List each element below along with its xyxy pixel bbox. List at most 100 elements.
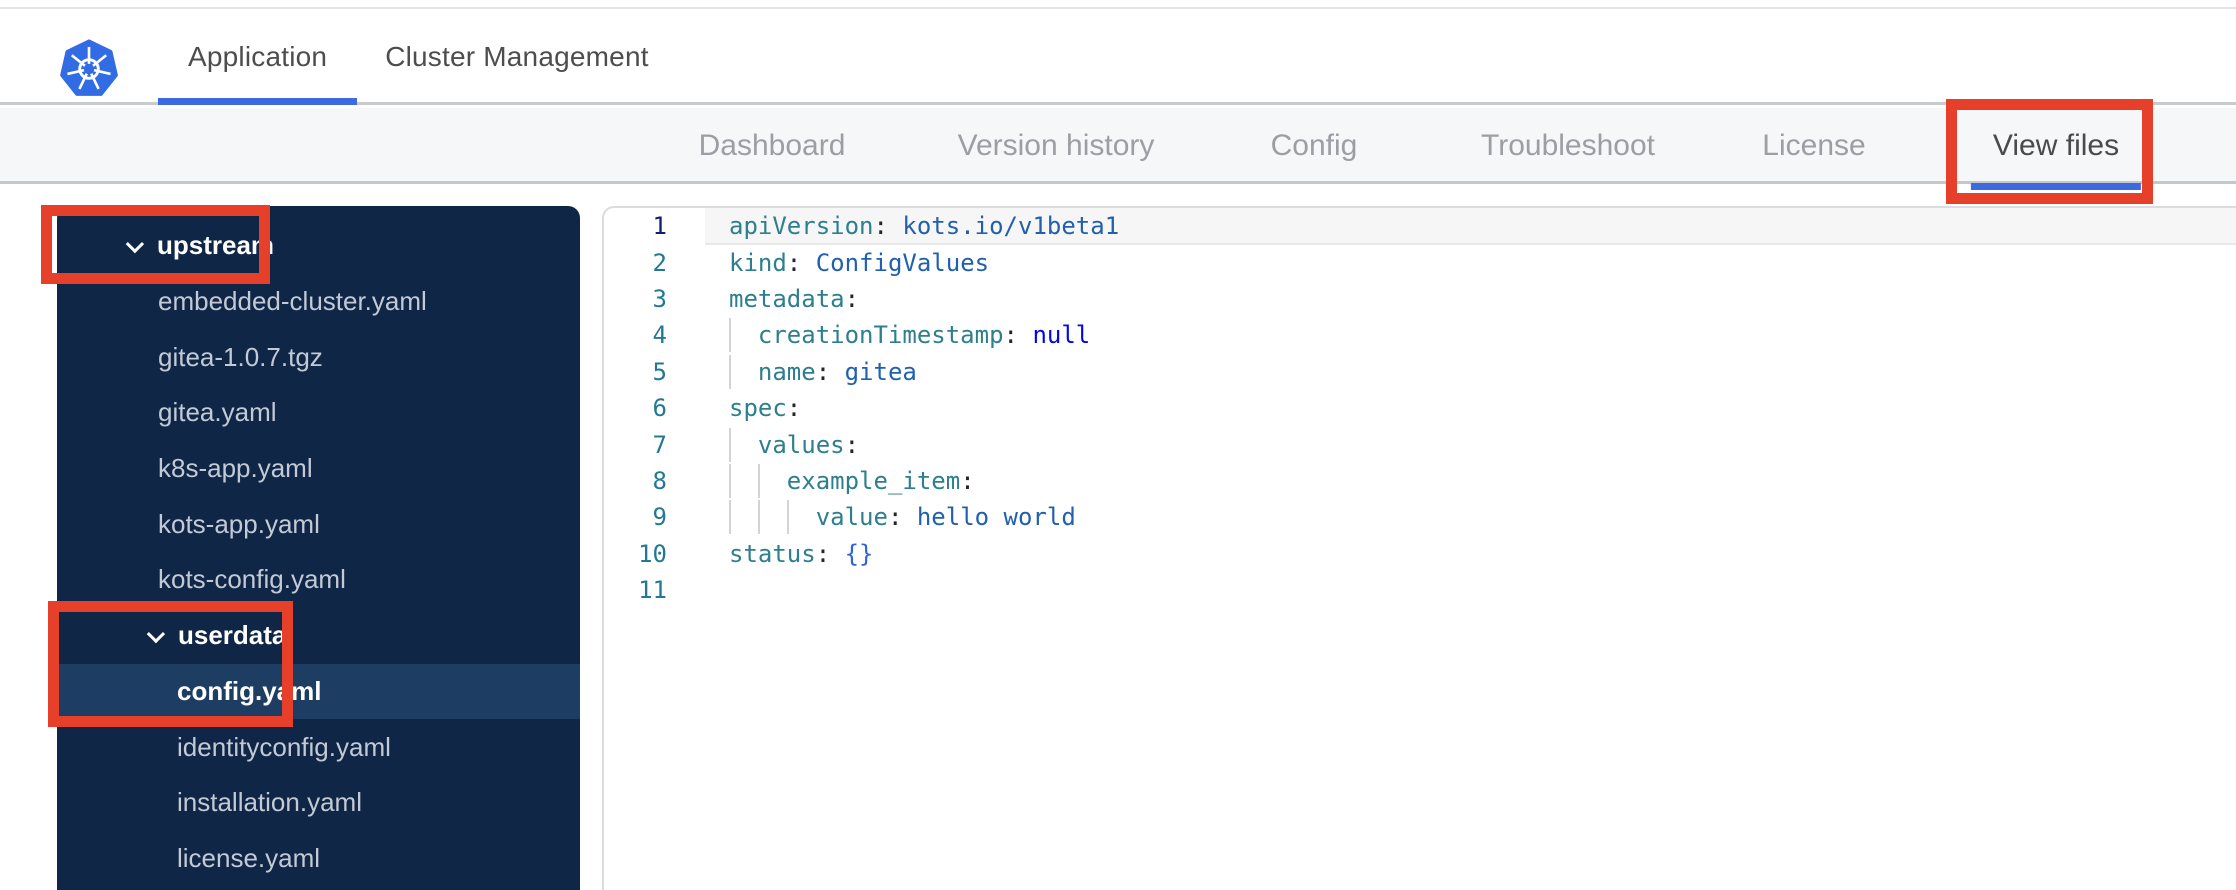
indent-guide xyxy=(729,354,731,389)
line-number: 4 xyxy=(652,321,667,350)
token-val: ConfigValues xyxy=(815,248,990,277)
line-text: example_item: xyxy=(729,463,975,498)
file-label: identityconfig.yaml xyxy=(177,731,391,762)
token-key: status xyxy=(729,539,816,568)
code-line-5[interactable]: 5 name: gitea xyxy=(604,354,2236,390)
line-text: status: {} xyxy=(729,540,874,568)
tree-file-kots-app.yaml[interactable]: kots-app.yaml xyxy=(57,496,580,552)
token-punct: : xyxy=(960,466,975,495)
file-label: gitea.yaml xyxy=(158,397,277,428)
code-line-8[interactable]: 8 example_item: xyxy=(604,463,2236,499)
tree-file-license.yaml[interactable]: license.yaml xyxy=(57,831,580,887)
token-punct: : xyxy=(844,430,860,459)
code-line-11[interactable]: 11 xyxy=(604,572,2236,608)
tree-file-embedded-cluster.yaml[interactable]: embedded-cluster.yaml xyxy=(57,274,580,330)
code-line-4[interactable]: 4 creationTimestamp: null xyxy=(604,317,2236,353)
token-punct: : xyxy=(844,284,860,313)
token-punct: : xyxy=(786,248,816,277)
tree-file-gitea.yaml[interactable]: gitea.yaml xyxy=(57,385,580,441)
app-subnav: Dashboard Version history Config Troublesho… xyxy=(0,108,2236,184)
subnav-tab-dashboard[interactable]: Dashboard xyxy=(699,108,846,184)
token-key: apiVersion xyxy=(729,212,874,241)
token-key: name xyxy=(757,357,816,386)
subnav-tab-view-files[interactable]: View files xyxy=(1993,108,2119,184)
token-key: example_item xyxy=(786,466,961,495)
token-key: creationTimestamp xyxy=(757,321,1004,350)
tree-file-installation.yaml[interactable]: installation.yaml xyxy=(57,775,580,831)
line-text: creationTimestamp: null xyxy=(729,318,1091,353)
code-line-9[interactable]: 9 value: hello world xyxy=(604,499,2236,535)
line-text: value: hello world xyxy=(729,500,1076,535)
indent-guide xyxy=(757,500,760,535)
token-val: hello world xyxy=(916,503,1076,532)
file-viewer-pane[interactable]: 1 apiVersion: kots.io/v1beta1 2 kind: Confi… xyxy=(602,206,2236,890)
code-line-10[interactable]: 10 status: {} xyxy=(604,536,2236,572)
line-number: 10 xyxy=(638,539,667,568)
line-number: 1 xyxy=(652,212,667,241)
token-punct: : xyxy=(786,394,802,423)
primary-nav: Application Cluster Management xyxy=(157,9,649,105)
code-editor[interactable]: 1 apiVersion: kots.io/v1beta1 2 kind: Confi… xyxy=(604,208,2236,608)
line-number: 7 xyxy=(652,430,667,459)
code-line-1[interactable]: 1 apiVersion: kots.io/v1beta1 xyxy=(604,208,2236,244)
file-label: license.yaml xyxy=(177,842,321,873)
chevron-down-icon xyxy=(125,235,145,254)
header-tab-application[interactable]: Application xyxy=(157,9,358,105)
code-line-6[interactable]: 6 spec: xyxy=(604,390,2236,426)
subnav-tab-license[interactable]: License xyxy=(1762,108,1865,184)
folder-label: upstream xyxy=(157,230,275,261)
token-val: gitea xyxy=(844,357,917,386)
token-brace: {} xyxy=(844,539,874,568)
file-label: embedded-cluster.yaml xyxy=(158,286,427,317)
line-number: 5 xyxy=(652,357,667,386)
file-label: kots-config.yaml xyxy=(158,564,346,595)
app-header: Application Cluster Management xyxy=(0,9,2236,105)
tree-file-identityconfig.yaml[interactable]: identityconfig.yaml xyxy=(57,719,580,775)
line-number: 9 xyxy=(652,503,667,532)
tree-file-gitea-1.0.7.tgz[interactable]: gitea-1.0.7.tgz xyxy=(57,329,580,385)
token-punct: : xyxy=(815,357,845,386)
line-text: kind: ConfigValues xyxy=(729,249,989,277)
file-label: k8s-app.yaml xyxy=(158,453,313,484)
code-line-3[interactable]: 3 metadata: xyxy=(604,281,2236,317)
tree-file-kots-config.yaml[interactable]: kots-config.yaml xyxy=(57,552,580,608)
line-text: spec: xyxy=(729,394,801,422)
file-tree-sidebar: upstream embedded-cluster.yaml gitea-1.0.7… xyxy=(57,206,580,890)
code-line-7[interactable]: 7 values: xyxy=(604,426,2236,462)
token-kw: null xyxy=(1032,321,1091,350)
kubernetes-logo-icon[interactable] xyxy=(60,37,118,101)
kots-admin-console: Application Cluster Management Dashboard V… xyxy=(0,0,2236,890)
line-text: values: xyxy=(729,427,860,462)
token-punct: : xyxy=(887,503,917,532)
subnav-tab-troubleshoot[interactable]: Troubleshoot xyxy=(1481,108,1655,184)
tree-file-k8s-app.yaml[interactable]: k8s-app.yaml xyxy=(57,441,580,497)
code-line-2[interactable]: 2 kind: ConfigValues xyxy=(604,244,2236,280)
tree-folder-userdata[interactable]: userdata xyxy=(57,608,580,664)
indent-guide xyxy=(729,427,731,462)
line-number: 11 xyxy=(638,576,667,605)
subnav-tab-config[interactable]: Config xyxy=(1271,108,1358,184)
line-number: 8 xyxy=(652,466,667,495)
indent-guide xyxy=(757,463,760,498)
token-key: kind xyxy=(729,248,787,277)
file-label: installation.yaml xyxy=(177,787,362,818)
indent-guide xyxy=(729,318,731,353)
line-text: metadata: xyxy=(729,285,859,313)
folder-label: userdata xyxy=(178,620,287,651)
line-text: apiVersion: kots.io/v1beta1 xyxy=(729,212,1119,240)
indent-guide xyxy=(729,463,731,498)
token-key: values xyxy=(757,430,845,459)
file-label: config.yaml xyxy=(177,675,322,706)
token-punct: : xyxy=(873,212,903,241)
subnav-tab-version-history[interactable]: Version history xyxy=(958,108,1155,184)
token-punct: : xyxy=(815,539,845,568)
token-key: value xyxy=(815,503,888,532)
header-tab-cluster-management[interactable]: Cluster Management xyxy=(385,9,649,105)
line-text: name: gitea xyxy=(729,354,917,389)
token-key: metadata xyxy=(729,284,845,313)
token-key: spec xyxy=(729,394,787,423)
line-number: 6 xyxy=(652,394,667,423)
token-punct: : xyxy=(1003,321,1033,350)
tree-folder-upstream[interactable]: upstream xyxy=(57,218,580,274)
tree-file-config.yaml[interactable]: config.yaml xyxy=(57,663,580,720)
